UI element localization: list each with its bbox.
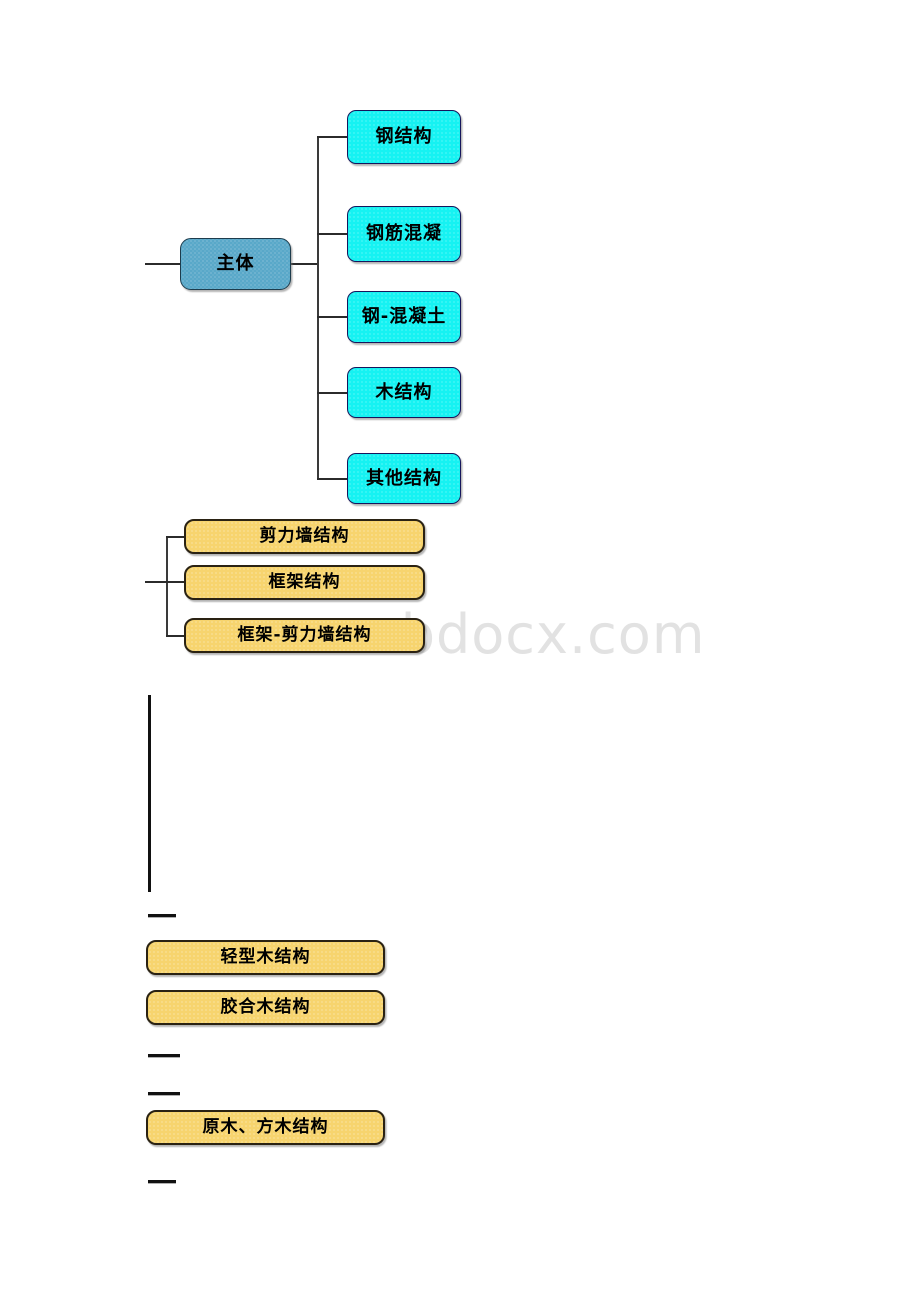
branch-connector-1 bbox=[317, 136, 348, 138]
branch-connector-2 bbox=[317, 233, 348, 235]
root-incoming-connector bbox=[145, 263, 181, 265]
node-label: 剪力墙结构 bbox=[259, 526, 350, 546]
node-label: 胶合木结构 bbox=[220, 997, 311, 1017]
concrete-group-connector-3 bbox=[166, 635, 186, 637]
branch-connector-5 bbox=[317, 478, 348, 480]
node-label: 原木、方木结构 bbox=[202, 1117, 329, 1137]
node-label: 钢-混凝土 bbox=[361, 306, 447, 327]
node-label: 木结构 bbox=[375, 381, 433, 403]
concrete-group-trunk-line bbox=[166, 537, 168, 636]
root-outgoing-connector bbox=[291, 263, 319, 265]
node-leaf-glulam-wood-structure[interactable]: 胶合木结构 bbox=[146, 990, 385, 1025]
diagram-canvas: www.bdocx.com 主体 钢结构 钢筋混凝 钢-混凝土 木结构 其他结构… bbox=[0, 0, 920, 1302]
timber-group-stub-2 bbox=[148, 1054, 180, 1057]
node-label: 框架结构 bbox=[268, 572, 341, 592]
node-leaf-frame-shear-wall-structure[interactable]: 框架-剪力墙结构 bbox=[184, 618, 425, 653]
node-leaf-shear-wall-structure[interactable]: 剪力墙结构 bbox=[184, 519, 425, 554]
node-branch-reinforced-concrete[interactable]: 钢筋混凝 bbox=[347, 206, 461, 262]
concrete-group-connector-2 bbox=[166, 581, 186, 583]
concrete-group-connector-1 bbox=[166, 536, 186, 538]
node-label: 轻型木结构 bbox=[220, 947, 311, 967]
node-leaf-frame-structure[interactable]: 框架结构 bbox=[184, 565, 425, 600]
timber-group-stub-3 bbox=[148, 1092, 180, 1095]
node-branch-other-structure[interactable]: 其他结构 bbox=[347, 453, 461, 504]
node-label: 钢筋混凝 bbox=[366, 223, 442, 244]
branch-connector-3 bbox=[317, 316, 348, 318]
branch-trunk-line bbox=[317, 137, 319, 479]
node-label: 主体 bbox=[216, 253, 255, 274]
collapsed-group-spine-line bbox=[148, 695, 151, 892]
node-label: 框架-剪力墙结构 bbox=[237, 625, 372, 645]
node-label: 其他结构 bbox=[366, 467, 442, 489]
node-leaf-light-wood-structure[interactable]: 轻型木结构 bbox=[146, 940, 385, 975]
timber-group-stub-1 bbox=[148, 914, 176, 917]
node-root-main-structure[interactable]: 主体 bbox=[180, 238, 291, 290]
node-branch-wood-structure[interactable]: 木结构 bbox=[347, 367, 461, 418]
branch-connector-4 bbox=[317, 392, 348, 394]
node-leaf-log-squared-timber-structure[interactable]: 原木、方木结构 bbox=[146, 1110, 385, 1145]
concrete-group-incoming-connector bbox=[145, 581, 167, 583]
node-branch-steel-concrete-composite[interactable]: 钢-混凝土 bbox=[347, 291, 461, 343]
node-label: 钢结构 bbox=[375, 126, 433, 147]
timber-group-stub-4 bbox=[148, 1180, 176, 1183]
node-branch-steel-structure[interactable]: 钢结构 bbox=[347, 110, 461, 164]
